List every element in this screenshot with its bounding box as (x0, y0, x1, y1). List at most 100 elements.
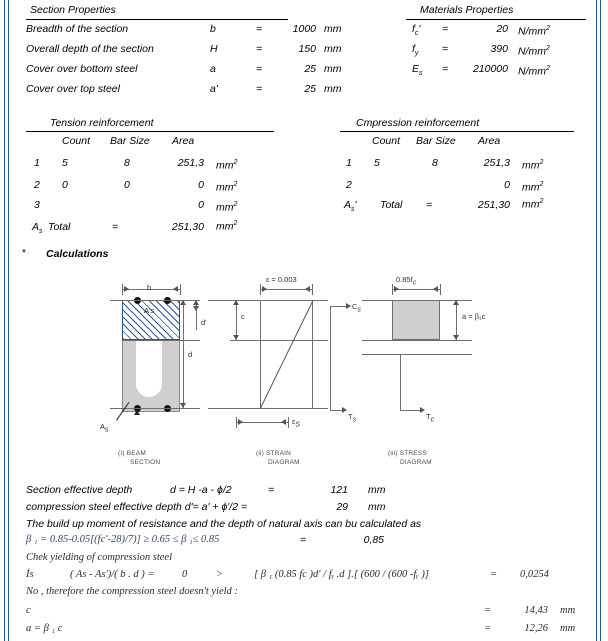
a-result-unit: mm (560, 623, 576, 634)
compression-row-barsize-0[interactable]: 8 (432, 157, 438, 169)
compression-unit-sup-1: 2 (539, 181, 544, 188)
a-result-value: 12,26 (524, 623, 548, 634)
beam-caption-line2: SECTION (130, 459, 161, 466)
section-properties-row-value-2: 25 (304, 63, 316, 75)
c-result-eq: = (484, 605, 492, 616)
compression-col-header-0: Count (372, 135, 401, 147)
left-border-rule-outer (4, 0, 5, 641)
compression-total-symbol: As' (344, 199, 357, 216)
beta1-formula: β ₁ = 0.85-0.05[(fc'-28)/7)] ≥ 0.65 ≤ β … (26, 534, 220, 545)
stress-caption-line1: (iii) STRESS (388, 450, 427, 457)
stress-reference-line (362, 354, 472, 355)
ts-label: Ts (348, 412, 356, 424)
compression-total-unit-sup: 2 (539, 198, 544, 205)
materials-properties-row-value-0: 20 (496, 23, 508, 35)
fc-stress-sub: c (412, 279, 417, 287)
materials-prime-0: ' (418, 23, 421, 35)
eps-top-label: ε = 0.003 (266, 275, 297, 284)
strain-neutral-axis-line (230, 340, 328, 341)
strain-profile-line (260, 300, 314, 409)
cs-label: Cs (352, 302, 361, 314)
tension-unit-sup-0: 2 (233, 159, 238, 166)
section-properties-row-eq-0: = (256, 23, 263, 35)
section-properties-row-label-3: Cover over top steel (26, 83, 120, 95)
tension-row-count-1[interactable]: 0 (62, 179, 68, 191)
a-beta-label: a = β₁c (462, 312, 486, 321)
tension-total-eq: = (112, 221, 119, 233)
eps-s-arrow-left-icon (238, 419, 243, 425)
section-properties-title: Section Properties (30, 4, 116, 16)
tension-total-symbol: As (32, 221, 43, 238)
compression-col-header-1: Bar Size (416, 135, 456, 147)
compression-row-area-1: 0 (504, 179, 510, 191)
materials-sub-1: y (414, 50, 419, 58)
section-properties-row-eq-2: = (256, 63, 263, 75)
tension-unit-sup-2: 2 (233, 201, 238, 208)
tension-row-area-2: 0 (198, 199, 204, 211)
compression-depth-label: compression steel effective depth d'= a'… (26, 501, 248, 513)
top-rebar-extension-line (110, 300, 200, 301)
compression-row-unit-1: mm2 (522, 179, 543, 194)
tension-row-no-2: 3 (34, 199, 40, 211)
compression-unit-text-0: mm (522, 159, 540, 172)
tension-total-unit: mm2 (216, 218, 237, 233)
section-properties-row-sym-3: a' (210, 83, 218, 95)
tension-reinforcement-underline (26, 131, 274, 132)
eps-dim-arrow-left-icon (262, 286, 267, 292)
section-properties-row-label-0: Breadth of the section (26, 23, 129, 35)
materials-properties-row-unit-0: N/mm2 (518, 23, 550, 38)
as-leader-arrow-icon (134, 410, 140, 415)
fc-dim-tick-right (440, 284, 441, 295)
compression-row-count-0[interactable]: 5 (374, 157, 380, 169)
tension-unit-sup-1: 2 (233, 181, 238, 188)
materials-unit-0: N/mm (518, 25, 546, 38)
materials-properties-row-eq-1: = (442, 43, 449, 55)
tension-total-sub: s (39, 228, 43, 236)
cs-label-sub: s (357, 306, 361, 314)
tension-row-area-0: 251,3 (177, 157, 204, 169)
section-properties-row-unit-0: mm (324, 23, 342, 35)
cs-force-line (330, 306, 331, 410)
tension-total-unit-text: mm (216, 220, 234, 233)
tension-row-no-0: 1 (34, 157, 40, 169)
b-dim-tick-left (122, 284, 123, 295)
compression-unit-text-1: mm (522, 181, 540, 194)
compression-total-prime: ' (354, 199, 357, 211)
compression-total-unit-text: mm (522, 198, 540, 211)
b-dim-arrow-left-icon (124, 286, 129, 292)
fc-dim-arrow-left-icon (394, 286, 399, 292)
section-properties-row-unit-2: mm (324, 63, 342, 75)
compression-unit-sup-0: 2 (539, 159, 544, 166)
is-label: İs (26, 569, 34, 580)
materials-properties-row-unit-2: N/mm2 (518, 63, 550, 78)
materials-properties-underline (406, 19, 586, 20)
eps-dim-tick-left (260, 284, 261, 295)
ts-label-sub: s (352, 416, 357, 424)
tension-row-barsize-1[interactable]: 0 (124, 179, 130, 191)
is-right-hand-side: [ β ₁ (0.85 fс )d' / fᵧ .d ].[ (600 / (6… (254, 569, 429, 580)
d-arrow-top-icon (180, 300, 186, 305)
section-properties-row-unit-3: mm (324, 83, 342, 95)
materials-unit-1: N/mm (518, 45, 546, 58)
beta1-value: 0,85 (363, 534, 384, 546)
compression-total-eq: = (426, 199, 433, 211)
b-dimension-label: b (147, 283, 152, 292)
is-result: 0,0254 (520, 569, 549, 580)
fc-dim-tick-left (392, 284, 393, 295)
as-prime-label: A's (144, 306, 155, 315)
buildup-note: The build up moment of resistance and th… (26, 518, 422, 530)
whitney-stress-block (392, 300, 440, 340)
compression-depth-unit: mm (368, 501, 386, 513)
eps-s-label: εS (292, 417, 300, 429)
tension-total-unit-sup: 2 (233, 220, 238, 227)
stress-caption-line2: DIAGRAM (400, 459, 432, 466)
tension-row-barsize-0[interactable]: 8 (124, 157, 130, 169)
c-result-value: 14,43 (524, 605, 548, 616)
tension-row-count-0[interactable]: 5 (62, 157, 68, 169)
materials-properties-title: Materials Properties (420, 4, 514, 16)
effective-depth-expression: d = H -a - ϕ/2 (170, 484, 232, 496)
strain-right-edge (312, 300, 313, 408)
fc-stress-text: 0.85f (396, 275, 413, 284)
d-label: d (188, 350, 193, 359)
strain-bottom-line (208, 408, 328, 409)
